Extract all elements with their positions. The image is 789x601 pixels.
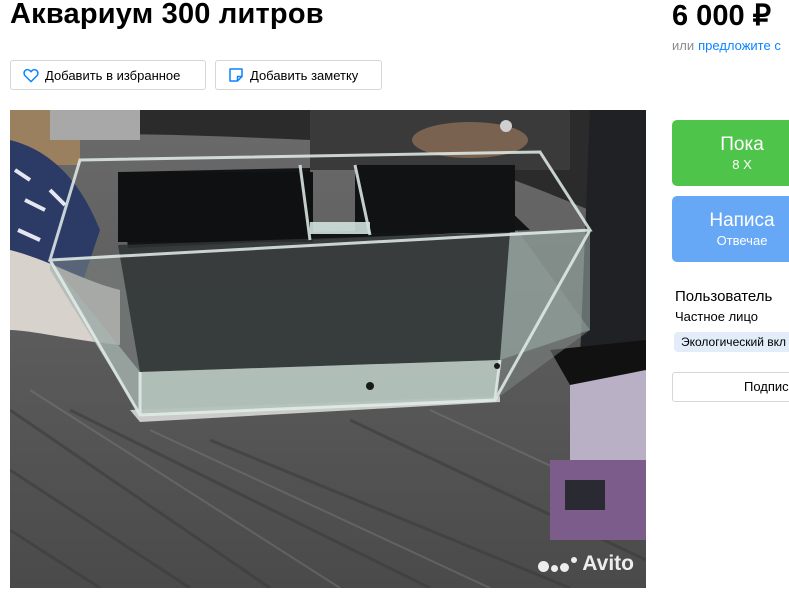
write-message-button[interactable]: Написа Отвечае xyxy=(672,196,789,262)
show-phone-label: Пока xyxy=(720,134,764,155)
eco-badge: Экологический вкл xyxy=(674,332,789,352)
avito-logo-dots xyxy=(538,556,579,572)
avito-watermark-text: Avito xyxy=(582,552,634,575)
listing-price: 6 000 ₽ xyxy=(672,0,772,32)
listing-photo[interactable]: Avito xyxy=(10,110,646,588)
avito-watermark: Avito xyxy=(538,552,634,576)
offer-prefix: или xyxy=(672,38,695,53)
price-offer-line: или предложите с xyxy=(672,38,781,53)
heart-icon xyxy=(23,68,39,82)
reply-time-text: Отвечае xyxy=(716,233,768,248)
add-note-label: Добавить заметку xyxy=(250,67,359,83)
add-to-favorites-label: Добавить в избранное xyxy=(45,67,181,83)
add-note-button[interactable]: Добавить заметку xyxy=(215,60,382,90)
show-phone-button[interactable]: Пока 8 Х xyxy=(672,120,789,186)
listing-title: Аквариум 300 литров xyxy=(10,0,324,30)
offer-price-link[interactable]: предложите с xyxy=(698,38,781,53)
note-icon xyxy=(229,68,243,82)
write-message-label: Написа xyxy=(709,210,775,231)
add-to-favorites-button[interactable]: Добавить в избранное xyxy=(10,60,206,90)
seller-name[interactable]: Пользователь xyxy=(675,288,772,305)
seller-type: Частное лицо xyxy=(675,309,758,324)
phone-preview: 8 Х xyxy=(732,157,752,172)
subscribe-button[interactable]: Подпис xyxy=(672,372,789,402)
